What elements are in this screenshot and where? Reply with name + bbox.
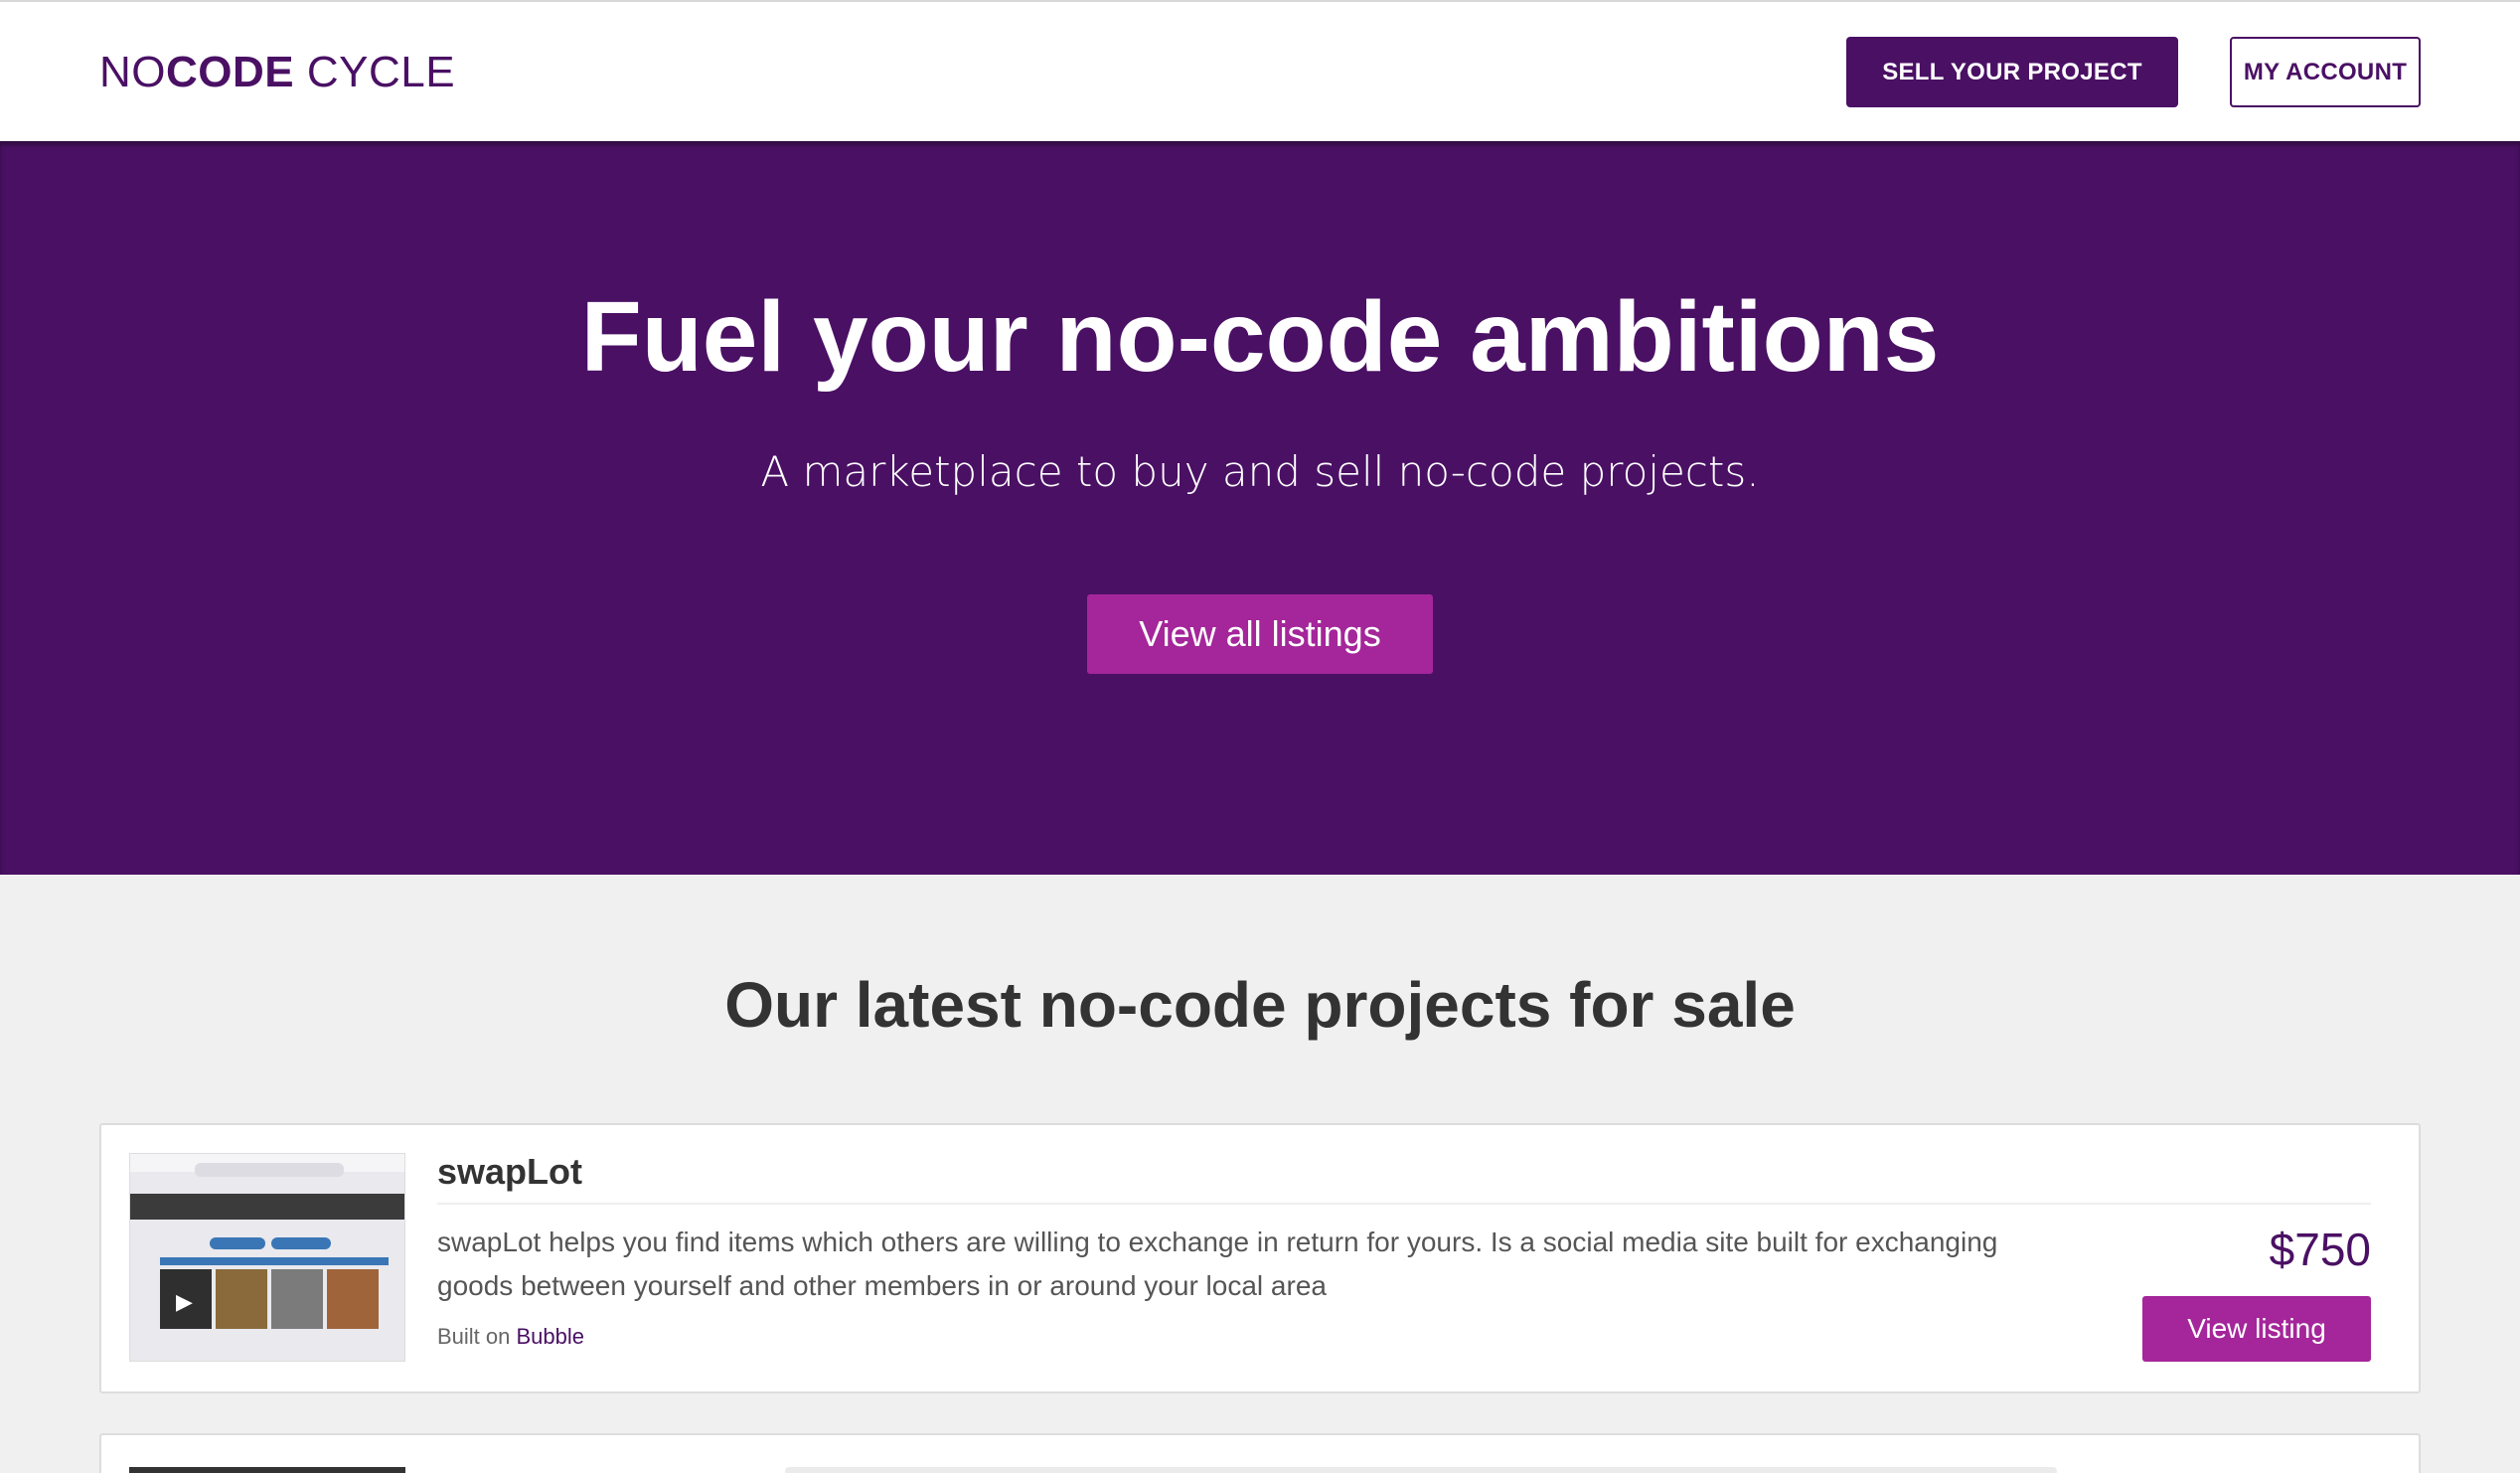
listing-thumbnail[interactable]: ▶ [129, 1153, 405, 1362]
section-title: Our latest no-code projects for sale [724, 969, 1796, 1041]
logo-suffix: CYCLE [294, 48, 456, 96]
site-header: NOCODE CYCLE SELL YOUR PROJECT MY ACCOUN… [0, 0, 2520, 141]
platform-link[interactable]: Bubble [517, 1324, 585, 1349]
listing-price: $750 [2269, 1224, 2371, 1275]
scroll-shadow [785, 1467, 2057, 1473]
listing-description: swapLot helps you find items which other… [437, 1227, 1998, 1301]
thumb-tile [327, 1269, 379, 1329]
thumb-tile [271, 1269, 323, 1329]
thumb-tile [216, 1269, 267, 1329]
listing-divider [437, 1203, 2371, 1205]
play-icon: ▶ [176, 1289, 193, 1314]
thumb-address-bar [195, 1163, 344, 1177]
listing-card: ▶ swapLot swapLot helps you find items w… [99, 1123, 2421, 1393]
logo-bold: CODE [166, 48, 295, 96]
hero-subtitle: A marketplace to buy and sell no-code pr… [760, 447, 1760, 496]
site-logo[interactable]: NOCODE CYCLE [99, 48, 455, 97]
view-listing-button[interactable]: View listing [2142, 1296, 2371, 1362]
my-account-button[interactable]: MY ACCOUNT [2230, 37, 2421, 107]
thumb-pill [210, 1237, 265, 1249]
listing-thumbnail[interactable] [129, 1467, 405, 1473]
view-all-listings-button[interactable]: View all listings [1087, 594, 1433, 674]
built-on-prefix: Built on [437, 1324, 517, 1349]
hero-banner: Fuel your no-code ambitions A marketplac… [0, 141, 2520, 875]
listing-built-on: Built on Bubble [437, 1324, 584, 1350]
listing-name[interactable]: swapLot [437, 1151, 582, 1193]
thumb-pill [271, 1237, 331, 1249]
sell-your-project-button[interactable]: SELL YOUR PROJECT [1846, 37, 2178, 107]
thumb-strip [160, 1257, 389, 1265]
logo-prefix: NO [99, 48, 166, 96]
thumb-nav-bar [130, 1194, 404, 1220]
hero-title: Fuel your no-code ambitions [580, 281, 1940, 393]
